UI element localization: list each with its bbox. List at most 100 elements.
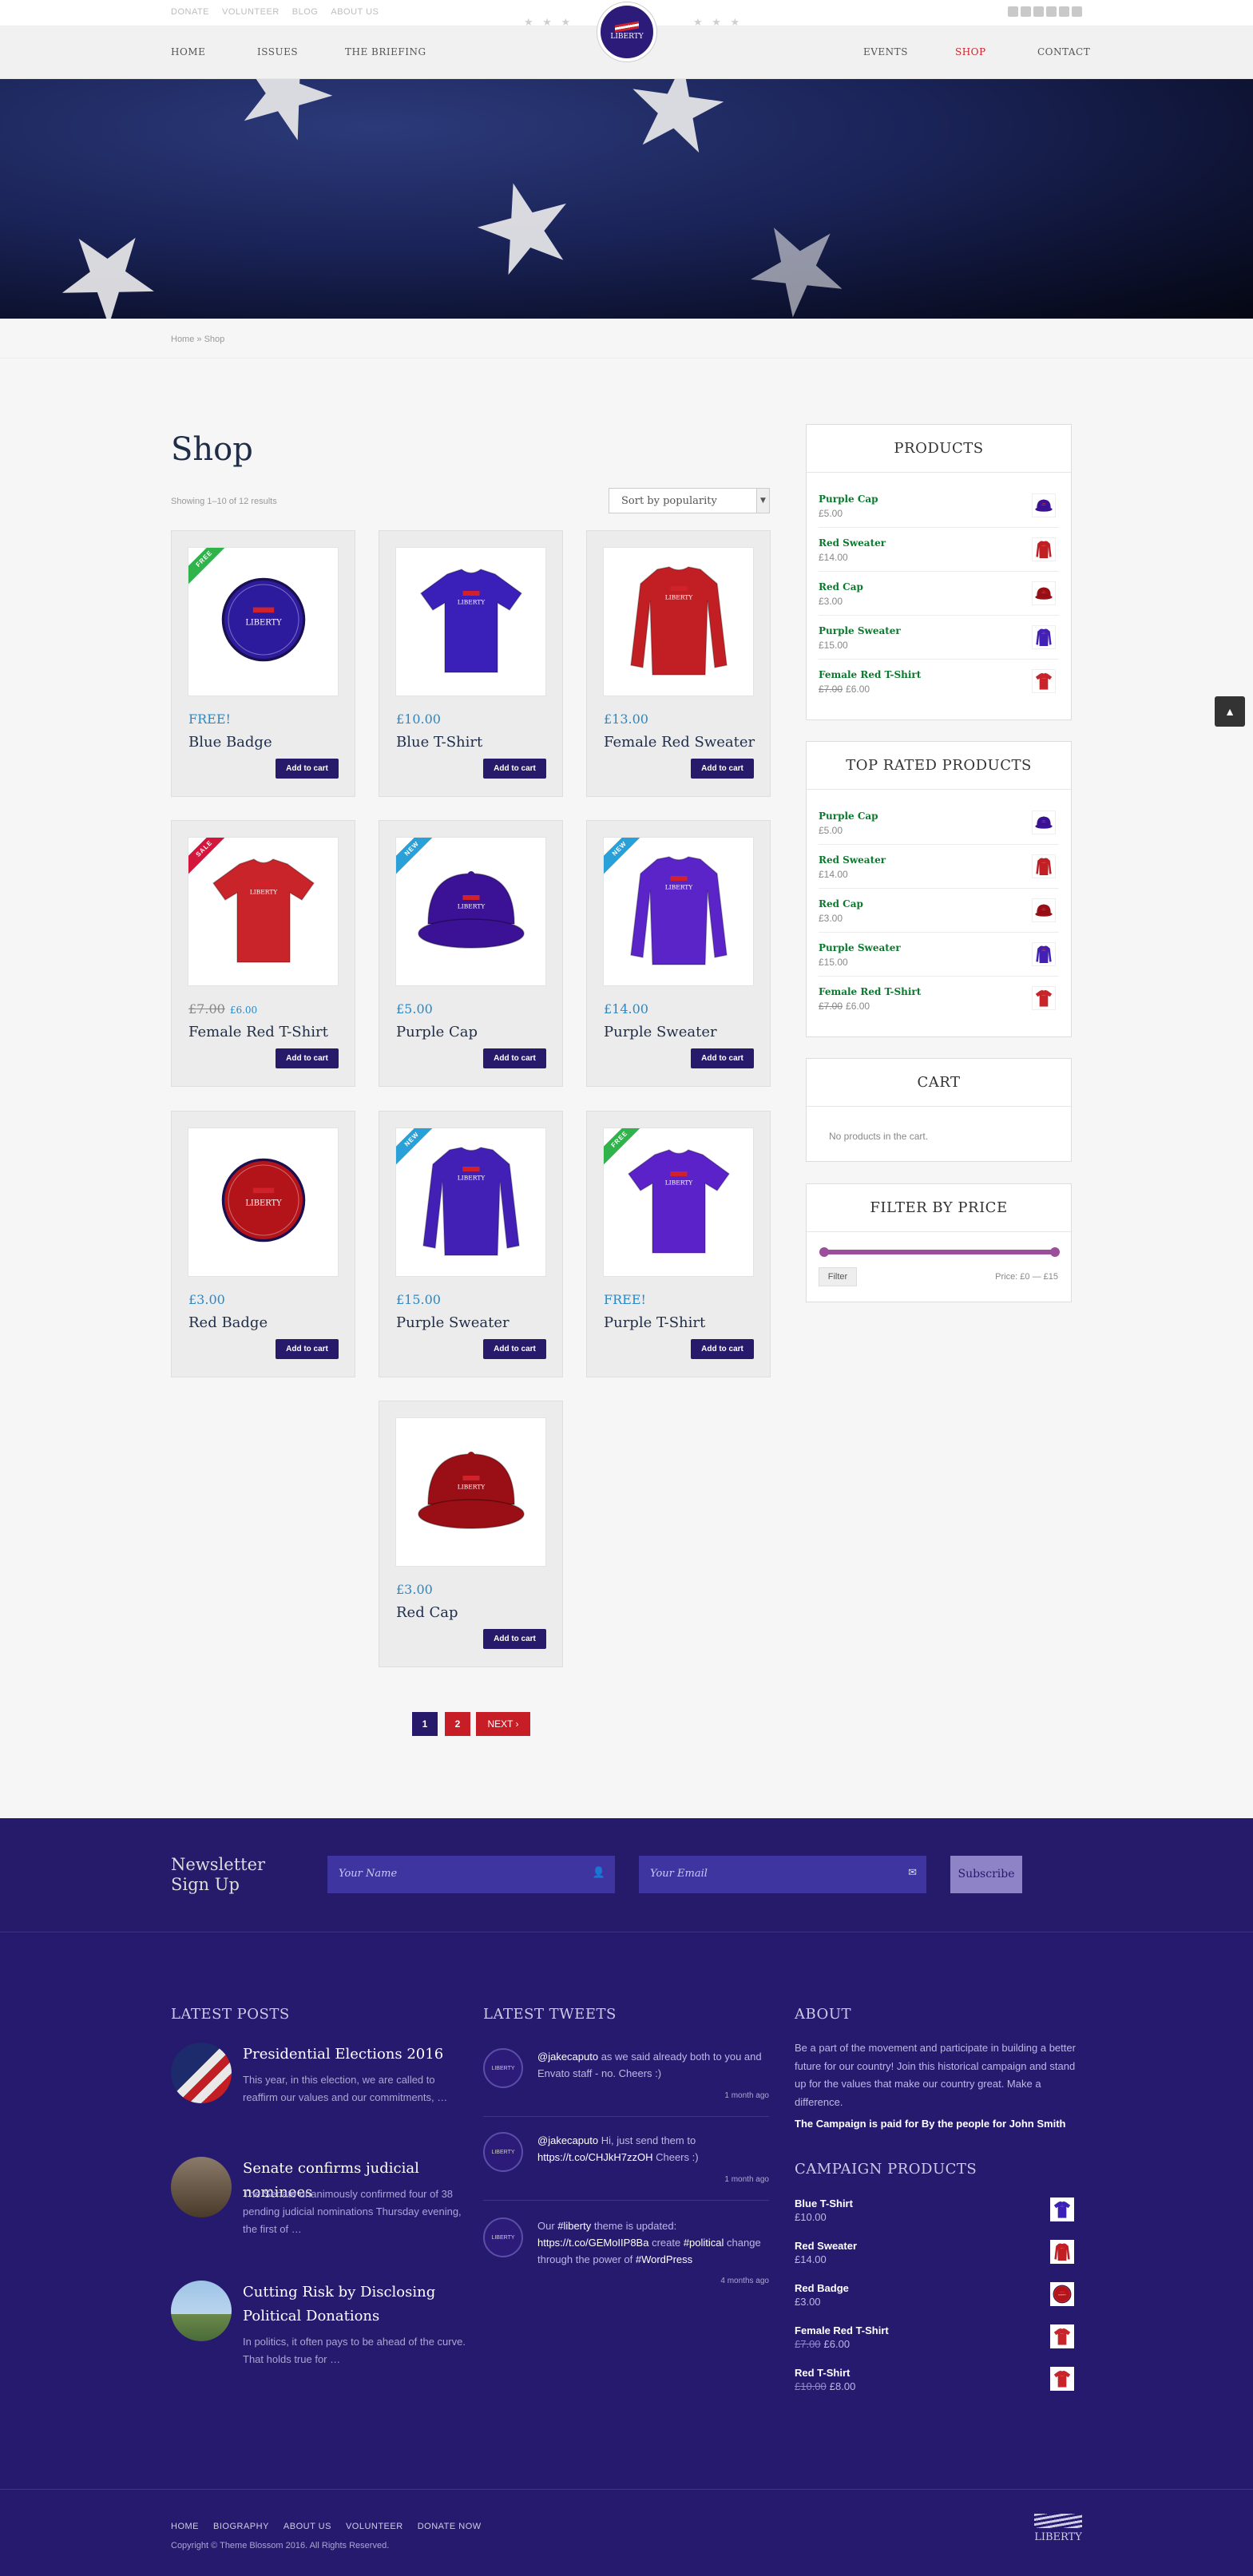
email-icon[interactable] xyxy=(1072,6,1082,17)
widget-product-name[interactable]: Female Red T-Shirt xyxy=(819,669,1059,680)
product-name[interactable]: Blue Badge xyxy=(188,734,272,751)
tweet-user[interactable]: @jakecaputo xyxy=(537,2051,598,2063)
footer-link-about[interactable]: ABOUT US xyxy=(284,2522,331,2531)
campaign-product-item[interactable]: Blue T-Shirt £10.00 LIBERTY xyxy=(795,2198,1082,2240)
product-image[interactable]: NEW LIBERTY xyxy=(603,837,754,986)
add-to-cart-button[interactable]: Add to cart xyxy=(276,1339,339,1359)
product-card[interactable]: LIBERTY £10.00 Blue T-Shirt Add to cart xyxy=(379,530,563,797)
nav-shop[interactable]: SHOP xyxy=(955,46,986,57)
youtube-icon[interactable] xyxy=(1033,6,1044,17)
campaign-product-name[interactable]: Blue T-Shirt xyxy=(795,2198,1082,2209)
widget-product-name[interactable]: Red Sweater xyxy=(819,537,1059,549)
widget-product-name[interactable]: Red Cap xyxy=(819,581,1059,592)
widget-product-thumbnail[interactable]: LIBERTY xyxy=(1032,898,1056,922)
campaign-product-name[interactable]: Red Badge xyxy=(795,2282,1082,2294)
widget-product-item[interactable]: Purple Cap £5.00 LIBERTY xyxy=(819,484,1059,528)
campaign-product-thumbnail[interactable]: LIBERTY xyxy=(1050,2240,1074,2264)
campaign-product-item[interactable]: Red Sweater £14.00 LIBERTY xyxy=(795,2240,1082,2282)
add-to-cart-button[interactable]: Add to cart xyxy=(483,1339,546,1359)
product-card[interactable]: NEW LIBERTY £14.00 Purple Sweater Add to … xyxy=(586,820,771,1087)
widget-product-item[interactable]: Red Cap £3.00 LIBERTY xyxy=(819,572,1059,616)
tweet-link[interactable]: https://t.co/GEMoIIP8Ba xyxy=(537,2237,648,2249)
footer-link-home[interactable]: HOME xyxy=(171,2522,199,2531)
footer-link-biography[interactable]: BIOGRAPHY xyxy=(213,2522,269,2531)
top-link-about[interactable]: ABOUT US xyxy=(331,7,379,17)
price-slider[interactable] xyxy=(823,1250,1057,1254)
page-2[interactable]: 2 xyxy=(445,1712,470,1736)
product-name[interactable]: Blue T-Shirt xyxy=(396,734,482,751)
next-page[interactable]: NEXT › xyxy=(476,1712,530,1736)
nav-briefing[interactable]: THE BRIEFING xyxy=(345,46,426,57)
product-card[interactable]: FREE LIBERTY FREE! Blue Badge Add to cart xyxy=(171,530,355,797)
tweet-link[interactable]: https://t.co/CHJkH7zzOH xyxy=(537,2151,652,2163)
product-image[interactable]: NEW LIBERTY xyxy=(395,1127,546,1277)
twitter-icon[interactable] xyxy=(1021,6,1031,17)
campaign-product-item[interactable]: Red Badge £3.00 LIBERTY xyxy=(795,2282,1082,2324)
product-card[interactable]: NEW LIBERTY £15.00 Purple Sweater Add to … xyxy=(379,1111,563,1377)
campaign-product-thumbnail[interactable]: LIBERTY xyxy=(1050,2198,1074,2221)
widget-product-name[interactable]: Purple Sweater xyxy=(819,625,1059,636)
product-image[interactable]: FREE LIBERTY xyxy=(603,1127,754,1277)
widget-product-item[interactable]: Purple Sweater £15.00 LIBERTY xyxy=(819,616,1059,660)
footer-logo[interactable]: LIBERTY xyxy=(1034,2514,1082,2543)
tweet-hashtag[interactable]: #political xyxy=(684,2237,724,2249)
add-to-cart-button[interactable]: Add to cart xyxy=(691,1048,754,1068)
tweet-user[interactable]: @jakecaputo xyxy=(537,2134,598,2146)
widget-product-thumbnail[interactable]: LIBERTY xyxy=(1032,810,1056,834)
product-name[interactable]: Purple Sweater xyxy=(604,1024,717,1040)
nav-home[interactable]: HOME xyxy=(171,46,205,57)
sort-select[interactable]: Sort by popularity ▼ xyxy=(609,488,770,513)
product-image[interactable]: SALE LIBERTY xyxy=(188,837,339,986)
post-thumbnail[interactable] xyxy=(171,2157,232,2217)
widget-product-thumbnail[interactable]: LIBERTY xyxy=(1032,854,1056,878)
product-image[interactable]: LIBERTY xyxy=(395,547,546,696)
add-to-cart-button[interactable]: Add to cart xyxy=(691,759,754,779)
add-to-cart-button[interactable]: Add to cart xyxy=(483,1629,546,1649)
widget-product-thumbnail[interactable]: LIBERTY xyxy=(1032,493,1056,517)
product-image[interactable]: LIBERTY xyxy=(395,1417,546,1567)
product-name[interactable]: Female Red T-Shirt xyxy=(188,1024,328,1040)
widget-product-name[interactable]: Red Sweater xyxy=(819,854,1059,866)
widget-product-name[interactable]: Purple Cap xyxy=(819,493,1059,505)
product-card[interactable]: NEW LIBERTY £5.00 Purple Cap Add to cart xyxy=(379,820,563,1087)
post-thumbnail[interactable] xyxy=(171,2281,232,2341)
widget-product-name[interactable]: Red Cap xyxy=(819,898,1059,910)
campaign-product-item[interactable]: Female Red T-Shirt £7.00 £6.00 LIBERTY xyxy=(795,2324,1082,2367)
campaign-product-thumbnail[interactable]: LIBERTY xyxy=(1050,2324,1074,2348)
newsletter-name-input[interactable]: Your Name 👤 xyxy=(327,1856,615,1893)
product-image[interactable]: NEW LIBERTY xyxy=(395,837,546,986)
nav-contact[interactable]: CONTACT xyxy=(1037,46,1090,57)
campaign-product-thumbnail[interactable]: LIBERTY xyxy=(1050,2367,1074,2391)
campaign-product-name[interactable]: Red T-Shirt xyxy=(795,2367,1082,2379)
back-to-top-button[interactable]: ▲ xyxy=(1215,696,1245,727)
product-name[interactable]: Purple Sweater xyxy=(396,1314,510,1331)
widget-product-item[interactable]: Purple Cap £5.00 LIBERTY xyxy=(819,801,1059,845)
tweet-hashtag[interactable]: #WordPress xyxy=(636,2253,692,2265)
product-card[interactable]: LIBERTY £13.00 Female Red Sweater Add to… xyxy=(586,530,771,797)
top-link-donate[interactable]: DONATE xyxy=(171,7,209,17)
widget-product-thumbnail[interactable]: LIBERTY xyxy=(1032,537,1056,561)
nav-events[interactable]: EVENTS xyxy=(863,46,908,57)
page-1[interactable]: 1 xyxy=(412,1712,438,1736)
product-card[interactable]: SALE LIBERTY £7.00 £6.00 Female Red T-Shir… xyxy=(171,820,355,1087)
product-card[interactable]: FREE LIBERTY FREE! Purple T-Shirt Add to … xyxy=(586,1111,771,1377)
widget-product-thumbnail[interactable]: LIBERTY xyxy=(1032,942,1056,966)
widget-product-thumbnail[interactable]: LIBERTY xyxy=(1032,581,1056,605)
campaign-product-item[interactable]: Red T-Shirt £10.00 £8.00 LIBERTY xyxy=(795,2367,1082,2409)
product-card[interactable]: LIBERTY £3.00 Red Badge Add to cart xyxy=(171,1111,355,1377)
filter-button[interactable]: Filter xyxy=(819,1267,857,1286)
slider-handle-min[interactable] xyxy=(819,1247,829,1257)
facebook-icon[interactable] xyxy=(1008,6,1018,17)
newsletter-email-input[interactable]: Your Email ✉ xyxy=(639,1856,926,1893)
subscribe-button[interactable]: Subscribe xyxy=(950,1856,1022,1893)
footer-link-volunteer[interactable]: VOLUNTEER xyxy=(346,2522,403,2531)
footer-link-donate[interactable]: DONATE NOW xyxy=(418,2522,482,2531)
widget-product-item[interactable]: Red Cap £3.00 LIBERTY xyxy=(819,889,1059,933)
widget-product-item[interactable]: Female Red T-Shirt £7.00 £6.00 LIBERTY xyxy=(819,977,1059,1020)
product-name[interactable]: Red Cap xyxy=(396,1604,458,1621)
product-name[interactable]: Red Badge xyxy=(188,1314,268,1331)
add-to-cart-button[interactable]: Add to cart xyxy=(691,1339,754,1359)
nav-issues[interactable]: ISSUES xyxy=(257,46,298,57)
post-title[interactable]: Presidential Elections 2016 xyxy=(243,2043,474,2067)
product-image[interactable]: LIBERTY xyxy=(188,1127,339,1277)
